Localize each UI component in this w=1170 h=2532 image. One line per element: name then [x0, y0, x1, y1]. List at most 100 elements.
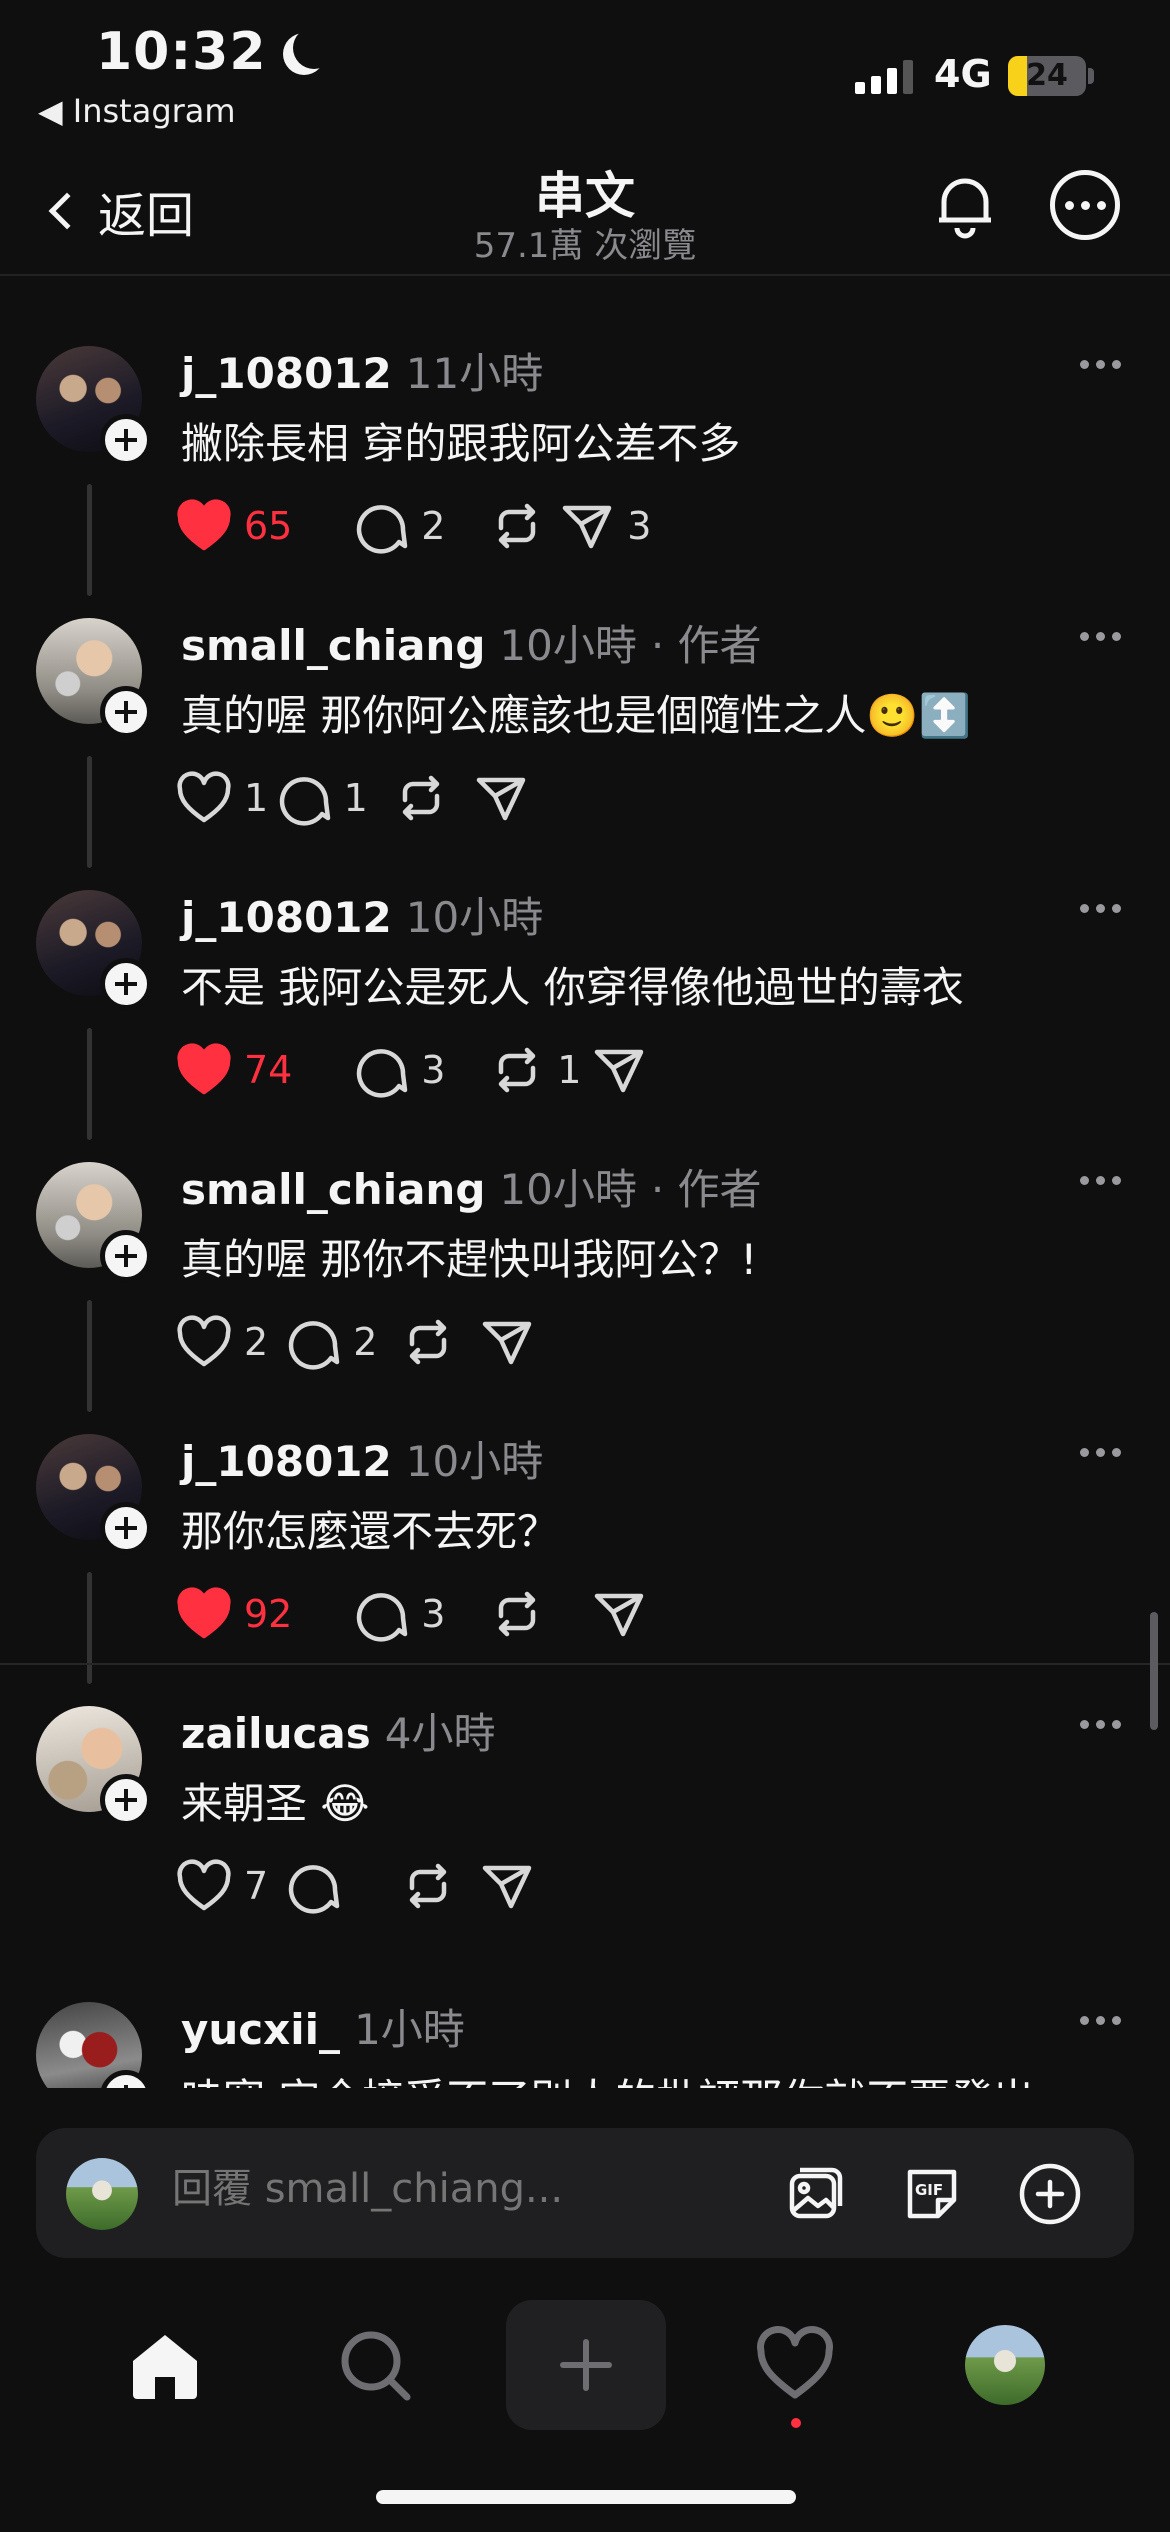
comment-text: 真的喔 那你阿公應該也是個隨性之人🙂↕️ — [181, 691, 971, 740]
comment-text: 那你怎麼還不去死？ — [181, 1507, 560, 1556]
more-icon[interactable] — [1080, 904, 1121, 913]
reply-button[interactable]: 3 — [353, 1584, 445, 1644]
tab-search[interactable] — [320, 2310, 430, 2420]
comment-meta: j_108012 10小時 — [181, 1428, 543, 1489]
like-button[interactable]: 74 — [176, 1040, 292, 1100]
follow-plus-icon[interactable] — [100, 1502, 152, 1554]
comment-text: 哇塞 完全接受不了別人的批評那你就不要發出 — [181, 2066, 1034, 2088]
username[interactable]: yucxii_ — [181, 2005, 340, 2054]
comment-meta: yucxii_ 1小時 — [181, 1996, 465, 2057]
share-button[interactable] — [591, 1040, 659, 1100]
comment-text: 来朝圣 😂 — [181, 1779, 370, 1828]
reply-input[interactable] — [172, 2166, 732, 2212]
create-icon[interactable] — [506, 2300, 666, 2430]
comment-item[interactable]: j_108012 10小時 那你怎麼還不去死？ 92 3 — [0, 1386, 1170, 1684]
username[interactable]: small_chiang — [181, 621, 485, 670]
comment-item[interactable]: small_chiang 10小時 · 作者 真的喔 那你阿公應該也是個隨性之人… — [0, 570, 1170, 868]
username[interactable]: j_108012 — [181, 349, 392, 398]
comment-text: 不是 我阿公是死人 你穿得像他過世的壽衣 — [181, 963, 964, 1012]
tab-activity[interactable] — [740, 2310, 850, 2420]
comment-item[interactable]: j_108012 11小時 撇除長相 穿的跟我阿公差不多 65 2 3 — [0, 298, 1170, 596]
share-button[interactable] — [473, 768, 541, 828]
share-button[interactable] — [591, 1584, 659, 1644]
username[interactable]: j_108012 — [181, 893, 392, 942]
gif-icon[interactable]: GIF — [898, 2160, 966, 2228]
repost-button[interactable] — [489, 1584, 557, 1644]
comment-meta: j_108012 10小時 — [181, 884, 543, 945]
like-count: 74 — [244, 1048, 293, 1092]
timestamp: 10小時 — [405, 1437, 544, 1486]
network-type: 4G — [934, 52, 992, 96]
more-icon[interactable] — [1080, 2016, 1121, 2025]
like-button[interactable]: 2 — [176, 1312, 268, 1372]
bell-icon[interactable] — [930, 170, 1000, 240]
comment-item[interactable]: zailucas 4小時 来朝圣 😂 7 — [0, 1658, 1170, 1928]
tab-profile[interactable] — [950, 2310, 1060, 2420]
follow-plus-icon[interactable] — [100, 686, 152, 738]
timestamp: 1小時 — [354, 2005, 465, 2054]
timestamp: 10小時 — [405, 893, 544, 942]
username[interactable]: zailucas — [181, 1709, 371, 1758]
image-icon[interactable] — [782, 2160, 850, 2228]
battery-tip — [1088, 68, 1094, 84]
repost-button[interactable] — [489, 496, 557, 556]
reply-count: 3 — [421, 1048, 446, 1092]
share-button[interactable] — [479, 1312, 547, 1372]
follow-plus-icon[interactable] — [100, 1230, 152, 1282]
share-button[interactable]: 3 — [559, 496, 651, 556]
more-icon[interactable] — [1050, 170, 1120, 240]
back-to-app-link[interactable]: ◀ Instagram — [38, 92, 236, 130]
reply-button[interactable]: 1 — [276, 768, 368, 828]
reply-bar: GIF — [36, 2128, 1134, 2258]
comment-item[interactable]: j_108012 10小時 不是 我阿公是死人 你穿得像他過世的壽衣 74 3 … — [0, 842, 1170, 1140]
tab-home[interactable] — [110, 2310, 220, 2420]
share-button[interactable] — [479, 1856, 547, 1916]
reply-button[interactable] — [285, 1856, 353, 1916]
share-count: 3 — [627, 504, 652, 548]
more-icon[interactable] — [1080, 1720, 1121, 1729]
author-tag: · 作者 — [650, 1165, 762, 1214]
home-icon — [133, 2335, 197, 2399]
more-icon[interactable] — [1080, 1448, 1121, 1457]
comment-meta: small_chiang 10小時 · 作者 — [181, 612, 762, 673]
comment-meta: zailucas 4小時 — [181, 1700, 495, 1761]
add-icon[interactable] — [1016, 2160, 1084, 2228]
more-icon[interactable] — [1080, 1176, 1121, 1185]
comment-actions: 92 3 — [176, 1584, 1076, 1644]
status-bar: 10:32 ◀ Instagram 4G 24 — [0, 0, 1170, 140]
timestamp: 11小時 — [405, 349, 544, 398]
follow-plus-icon[interactable] — [100, 1774, 152, 1826]
like-button[interactable]: 92 — [176, 1584, 292, 1644]
like-count: 65 — [244, 504, 293, 548]
more-icon[interactable] — [1080, 360, 1121, 369]
like-button[interactable]: 1 — [176, 768, 268, 828]
comment-actions: 2 2 — [176, 1312, 1076, 1372]
username[interactable]: small_chiang — [181, 1165, 485, 1214]
repost-count: 1 — [557, 1048, 582, 1092]
comment-item[interactable]: yucxii_ 1小時 哇塞 完全接受不了別人的批評那你就不要發出 — [0, 1954, 1170, 2088]
comment-feed[interactable]: j_108012 11小時 撇除長相 穿的跟我阿公差不多 65 2 3 smal… — [0, 278, 1170, 2088]
username[interactable]: j_108012 — [181, 1437, 392, 1486]
reply-button[interactable]: 3 — [353, 1040, 445, 1100]
repost-button[interactable] — [400, 1312, 468, 1372]
moon-icon — [293, 27, 335, 69]
comment-item[interactable]: small_chiang 10小時 · 作者 真的喔 那你不趕快叫我阿公？! 2… — [0, 1114, 1170, 1412]
like-count: 92 — [244, 1592, 293, 1636]
avatar — [66, 2158, 138, 2230]
repost-button[interactable] — [393, 768, 461, 828]
more-icon[interactable] — [1080, 632, 1121, 641]
author-tag: · 作者 — [650, 621, 762, 670]
scrollbar[interactable] — [1150, 1612, 1158, 1730]
profile-icon — [965, 2325, 1045, 2405]
reply-button[interactable]: 2 — [353, 496, 445, 556]
comment-actions: 1 1 — [176, 768, 1076, 828]
repost-button[interactable]: 1 — [489, 1040, 581, 1100]
follow-plus-icon[interactable] — [100, 414, 152, 466]
like-count: 2 — [244, 1320, 269, 1364]
like-button[interactable]: 7 — [176, 1856, 268, 1916]
like-count: 7 — [244, 1864, 269, 1908]
follow-plus-icon[interactable] — [100, 958, 152, 1010]
repost-button[interactable] — [400, 1856, 468, 1916]
like-button[interactable]: 65 — [176, 496, 292, 556]
reply-button[interactable]: 2 — [285, 1312, 377, 1372]
